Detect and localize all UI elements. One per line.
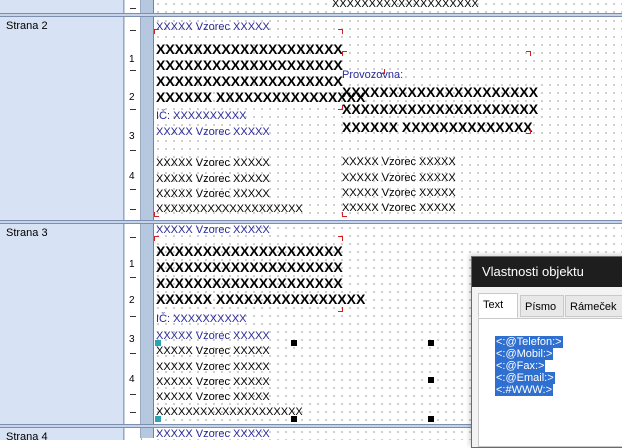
ruler-number: 2 [129, 295, 135, 306]
provozovna-line[interactable]: XXXXXXXXXXXXXXXXXXXXX [342, 84, 538, 100]
formula-field[interactable]: XXXXXXXXXXXXXXXXXXXX [156, 405, 303, 419]
ic-field[interactable]: IČ: XXXXXXXXXX [156, 109, 246, 123]
design-area-strana-2[interactable]: XXXXX Vzorec XXXXX XXXXXXXXXXXXXXXXXXXX … [154, 17, 622, 220]
company-name-line[interactable]: XXXXXX XXXXXXXXXXXXXXXX [156, 291, 365, 307]
selection-marker [338, 29, 343, 34]
formula-field[interactable]: XXXXX Vzorec XXXXX [156, 20, 270, 34]
selected-text-line[interactable]: <:#WWW:> [495, 384, 554, 396]
formula-field[interactable]: XXXXX Vzorec XXXXX [342, 171, 456, 185]
resize-handle[interactable] [155, 416, 161, 422]
company-name-line[interactable]: XXXXXXXXXXXXXXXXXXXX [156, 243, 343, 259]
band-label-strana-4[interactable]: Strana 4 [0, 428, 124, 443]
band-label-strana-3[interactable]: Strana 3 [0, 224, 124, 425]
band-gutter [140, 0, 154, 438]
provozovna-line[interactable]: XXXXXX XXXXXXXXXXXXXX [342, 119, 533, 135]
selection-marker [338, 236, 343, 241]
provozovna-label[interactable]: Provozovna: [342, 68, 403, 82]
formula-field[interactable]: XXXXX Vzorec XXXXX [342, 186, 456, 200]
formula-field[interactable]: XXXXX Vzorec XXXXX [342, 201, 456, 215]
band-label-text: Strana 4 [6, 431, 48, 443]
top-strip-field[interactable]: XXXXXXXXXXXXXXXXXXXX [332, 0, 479, 11]
band-label-text: Strana 2 [6, 20, 48, 32]
selection-marker [338, 307, 343, 312]
resize-handle[interactable] [291, 340, 297, 346]
selection-marker [154, 236, 159, 241]
tab-text[interactable]: Text [478, 293, 518, 318]
resize-handle[interactable] [428, 340, 434, 346]
dialog-title-bar[interactable]: Vlastnosti objektu [472, 257, 622, 287]
tab-ramecek[interactable]: Rámeček [565, 295, 622, 317]
formula-field[interactable]: XXXXXXXXXXXXXXXXXXXX [156, 202, 303, 216]
tab-label: Písmo [525, 301, 557, 313]
company-name-line[interactable]: XXXXXXXXXXXXXXXXXXXX [156, 73, 343, 89]
formula-field[interactable]: XXXXX Vzorec XXXXX [156, 329, 270, 343]
company-name-line[interactable]: XXXXXXXXXXXXXXXXXXXX [156, 41, 343, 57]
selection-marker [154, 29, 159, 34]
formula-field[interactable]: XXXXX Vzorec XXXXX [156, 390, 270, 404]
company-name-line[interactable]: XXXXXXXXXXXXXXXXXXXX [156, 275, 343, 291]
text-editor-panel[interactable]: <:@Telefon:> <:@Mobil:> <:@Fax:> <:@Emai… [478, 318, 622, 447]
company-name-line[interactable]: XXXXXXXXXXXXXXXXXXXX [156, 57, 343, 73]
tab-label: Rámeček [570, 301, 617, 313]
formula-field[interactable]: XXXXX Vzorec XXXXX [156, 360, 270, 374]
resize-handle[interactable] [291, 416, 297, 422]
ruler-number: 3 [129, 334, 135, 345]
ruler-number: 3 [129, 131, 135, 142]
company-name-line[interactable]: XXXXXX XXXXXXXXXXXXXXXX [156, 89, 365, 105]
formula-field[interactable]: XXXXX Vzorec XXXXX [156, 427, 270, 441]
selected-text-line[interactable]: <:@Mobil:> [495, 348, 554, 360]
selection-marker [342, 212, 347, 217]
band-label-strana-2[interactable]: Strana 2 [0, 17, 124, 221]
formula-field[interactable]: XXXXX Vzorec XXXXX [156, 187, 270, 201]
band-label-top[interactable] [0, 0, 124, 13]
ruler-number: 2 [129, 92, 135, 103]
resize-handle[interactable] [155, 340, 161, 346]
ruler-number: 1 [129, 54, 135, 65]
ruler-number: 4 [129, 171, 135, 182]
selection-marker [154, 212, 159, 217]
ic-field[interactable]: IČ: XXXXXXXXXX [156, 312, 246, 326]
selected-text-line[interactable]: <:@Fax:> [495, 360, 546, 372]
formula-field[interactable]: XXXXX Vzorec XXXXX [156, 344, 270, 358]
formula-field[interactable]: XXXXX Vzorec XXXXX [156, 223, 270, 237]
company-name-line[interactable]: XXXXXXXXXXXXXXXXXXXX [156, 259, 343, 275]
tab-pismo[interactable]: Písmo [520, 295, 564, 317]
provozovna-line[interactable]: XXXXXXXXXXXXXXXXXXXXX [342, 101, 538, 117]
dialog-title: Vlastnosti objektu [482, 264, 584, 279]
formula-field[interactable]: XXXXX Vzorec XXXXX [342, 155, 456, 169]
ruler-number: 4 [129, 374, 135, 385]
selection-marker [526, 51, 531, 56]
resize-handle[interactable] [428, 416, 434, 422]
formula-field[interactable]: XXXXX Vzorec XXXXX [156, 125, 270, 139]
object-properties-dialog[interactable]: Vlastnosti objektu Text Písmo Rámeček <:… [471, 256, 622, 448]
selection-marker [526, 129, 531, 134]
tab-label: Text [483, 299, 504, 311]
formula-field[interactable]: XXXXX Vzorec XXXXX [156, 375, 270, 389]
formula-field[interactable]: XXXXX Vzorec XXXXX [156, 172, 270, 186]
selection-marker [342, 51, 347, 56]
ruler-number: 1 [129, 259, 135, 270]
selection-marker [380, 69, 385, 74]
selected-text-line[interactable]: <:@Telefon:> [495, 336, 563, 348]
formula-field[interactable]: XXXXX Vzorec XXXXX [156, 156, 270, 170]
design-area-top[interactable]: XXXXXXXXXXXXXXXXXXXX [154, 0, 622, 13]
selected-text-line[interactable]: <:@Email:> [495, 372, 555, 384]
resize-handle[interactable] [428, 377, 434, 383]
band-label-text: Strana 3 [6, 227, 48, 239]
